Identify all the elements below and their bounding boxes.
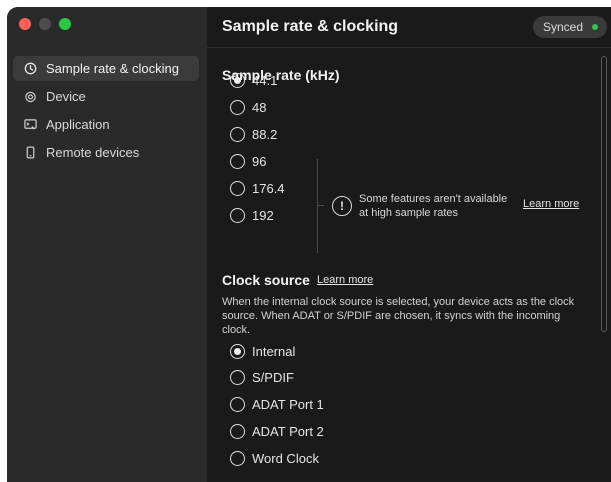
minimize-window-button[interactable] [39, 18, 51, 30]
radio-selected-icon [230, 344, 245, 359]
application-icon [24, 118, 37, 131]
sample-rate-learn-more-link[interactable]: Learn more [523, 198, 579, 210]
radio-sample-rate-192[interactable]: 192 [230, 208, 274, 223]
radio-sample-rate-176-4[interactable]: 176.4 [230, 181, 285, 196]
clock-source-description: When the internal clock source is select… [222, 295, 597, 337]
sidebar: Sample rate & clocking Device Applicatio… [7, 7, 207, 482]
clock-icon [24, 62, 37, 75]
clock-source-title: Clock source [222, 272, 310, 288]
sidebar-item-sample-rate[interactable]: Sample rate & clocking [13, 56, 199, 81]
radio-label: 176.4 [252, 181, 285, 196]
status-badge: Synced [532, 16, 607, 38]
radio-sample-rate-96[interactable]: 96 [230, 154, 266, 169]
clock-source-learn-more-link[interactable]: Learn more [317, 274, 373, 286]
notice-bracket-tick [317, 205, 324, 206]
radio-unselected-icon [230, 397, 245, 412]
radio-unselected-icon [230, 154, 245, 169]
radio-selected-icon [230, 73, 245, 88]
radio-clock-adat-2[interactable]: ADAT Port 2 [230, 424, 324, 439]
status-dot-icon [592, 24, 598, 30]
radio-label: 48 [252, 100, 267, 115]
close-window-button[interactable] [19, 18, 31, 30]
sidebar-item-label: Application [46, 117, 110, 132]
sidebar-item-label: Remote devices [46, 145, 140, 160]
scrollbar[interactable] [601, 56, 607, 332]
radio-unselected-icon [230, 181, 245, 196]
sidebar-nav: Sample rate & clocking Device Applicatio… [13, 56, 199, 168]
description-line: source. When ADAT or S/PDIF are chosen, … [222, 310, 561, 322]
radio-label: 96 [252, 154, 267, 169]
window-controls [19, 18, 71, 30]
sidebar-item-label: Device [46, 89, 86, 104]
radio-unselected-icon [230, 424, 245, 439]
radio-label: 192 [252, 208, 274, 223]
radio-unselected-icon [230, 127, 245, 142]
sidebar-item-label: Sample rate & clocking [46, 61, 179, 76]
sidebar-item-device[interactable]: Device [13, 84, 199, 109]
radio-label: ADAT Port 2 [252, 424, 324, 439]
description-line: clock. [222, 324, 251, 336]
sidebar-item-remote-devices[interactable]: Remote devices [13, 140, 199, 165]
notice-bracket [317, 159, 318, 253]
notice-line: at high sample rates [359, 207, 459, 219]
page-title: Sample rate & clocking [222, 18, 399, 35]
warning-icon: ! [332, 196, 352, 216]
main-panel: Sample rate & clocking Synced Sample rat… [207, 7, 611, 482]
notice-line: Some features aren't available [359, 193, 508, 205]
radio-clock-spdif[interactable]: S/PDIF [230, 370, 294, 385]
radio-sample-rate-44-1[interactable]: 44.1 [230, 73, 277, 88]
radio-label: 88.2 [252, 127, 278, 142]
radio-clock-adat-1[interactable]: ADAT Port 1 [230, 397, 324, 412]
app-window: Sample rate & clocking Device Applicatio… [7, 7, 611, 482]
radio-label: Word Clock [252, 451, 319, 466]
radio-label: 44.1 [252, 73, 278, 88]
device-icon [24, 90, 37, 103]
header: Sample rate & clocking Synced [207, 7, 611, 48]
radio-clock-word-clock[interactable]: Word Clock [230, 451, 319, 466]
radio-sample-rate-88-2[interactable]: 88.2 [230, 127, 277, 142]
radio-sample-rate-48[interactable]: 48 [230, 100, 266, 115]
radio-clock-internal[interactable]: Internal [230, 344, 295, 359]
radio-label: ADAT Port 1 [252, 397, 324, 412]
description-line: When the internal clock source is select… [222, 296, 575, 308]
high-rate-notice: Some features aren't available at high s… [359, 192, 519, 220]
sidebar-item-application[interactable]: Application [13, 112, 199, 137]
radio-label: Internal [252, 344, 296, 359]
status-label: Synced [542, 20, 583, 34]
radio-unselected-icon [230, 208, 245, 223]
zoom-window-button[interactable] [59, 18, 71, 30]
phone-icon [24, 146, 37, 159]
radio-label: S/PDIF [252, 370, 294, 385]
radio-unselected-icon [230, 370, 245, 385]
radio-unselected-icon [230, 451, 245, 466]
radio-unselected-icon [230, 100, 245, 115]
